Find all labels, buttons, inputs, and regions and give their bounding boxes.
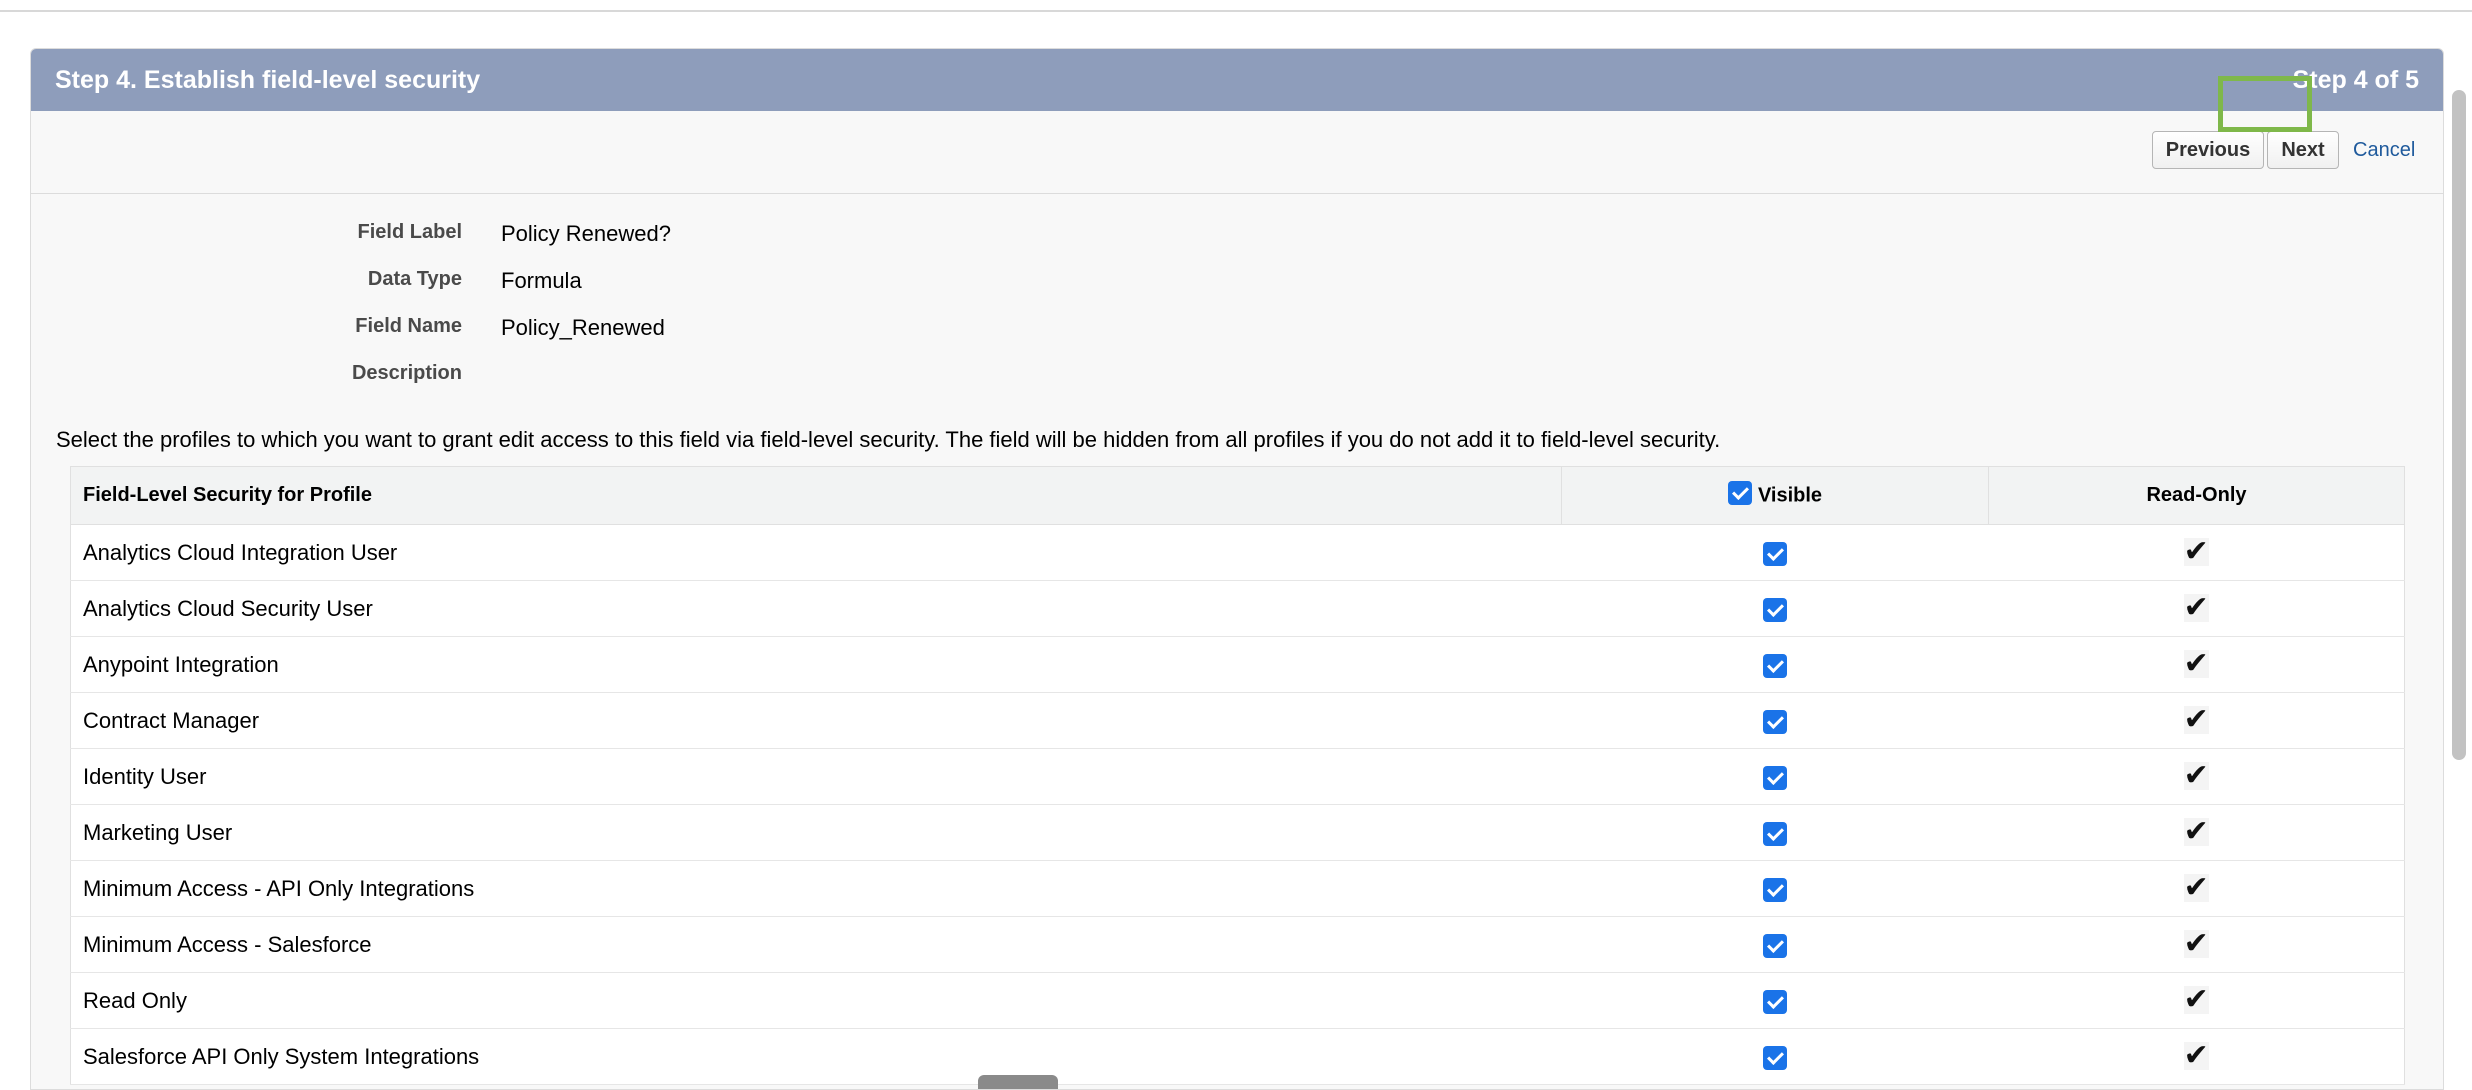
table-row: Read Only ✔ (70, 972, 2405, 1029)
detail-row-field-name: Field Name Policy_Renewed (31, 315, 1031, 345)
visible-header-label: Visible (1757, 483, 1823, 506)
select-all-visible-checkbox[interactable] (1727, 480, 1752, 505)
table-row: Analytics Cloud Integration User ✔ (70, 524, 2405, 581)
readonly-checkbox[interactable]: ✔ (2183, 817, 2209, 847)
readonly-checkbox[interactable]: ✔ (2183, 873, 2209, 903)
visible-checkbox[interactable] (1763, 821, 1787, 846)
table-row: Minimum Access - API Only Integrations ✔ (70, 860, 2405, 917)
button-bar: Previous Next Cancel (31, 111, 2443, 194)
readonly-cell: ✔ (1988, 804, 2405, 861)
profile-name: Minimum Access - API Only Integrations (70, 860, 1562, 917)
visible-checkbox[interactable] (1763, 597, 1787, 622)
field-level-security-table: Field-Level Security for Profile Visible… (70, 466, 2405, 1085)
visible-cell (1561, 580, 1989, 637)
visible-checkbox[interactable] (1763, 877, 1787, 902)
profile-name: Analytics Cloud Integration User (70, 524, 1562, 581)
next-button[interactable]: Next (2267, 131, 2339, 169)
visible-cell (1561, 524, 1989, 581)
readonly-cell: ✔ (1988, 748, 2405, 805)
table-row: Anypoint Integration ✔ (70, 636, 2405, 693)
readonly-cell: ✔ (1988, 916, 2405, 973)
field-name-value: Policy_Renewed (501, 315, 665, 340)
visible-cell (1561, 916, 1989, 973)
detail-row-data-type: Data Type Formula (31, 268, 1031, 298)
visible-cell (1561, 636, 1989, 693)
field-label-label: Field Label (357, 221, 462, 243)
detail-row-description: Description (31, 362, 1031, 392)
data-type-value: Formula (501, 268, 582, 293)
readonly-cell: ✔ (1988, 524, 2405, 581)
readonly-checkbox[interactable]: ✔ (2183, 537, 2209, 567)
profile-name: Contract Manager (70, 692, 1562, 749)
profile-name: Marketing User (70, 804, 1562, 861)
visible-checkbox[interactable] (1763, 1045, 1787, 1070)
readonly-cell: ✔ (1988, 972, 2405, 1029)
visible-checkbox[interactable] (1763, 765, 1787, 790)
visible-cell (1561, 804, 1989, 861)
wizard-title: Step 4. Establish field-level security (55, 65, 481, 94)
readonly-checkbox[interactable]: ✔ (2183, 705, 2209, 735)
profile-name: Identity User (70, 748, 1562, 805)
detail-row-field-label: Field Label Policy Renewed? (31, 221, 1031, 251)
readonly-checkbox[interactable]: ✔ (2183, 929, 2209, 959)
readonly-cell: ✔ (1988, 692, 2405, 749)
visible-cell (1561, 1028, 1989, 1085)
table-row: Salesforce API Only System Integrations ✔ (70, 1028, 2405, 1085)
wizard-panel: Step 4. Establish field-level security S… (30, 48, 2444, 1090)
profile-name: Anypoint Integration (70, 636, 1562, 693)
visible-checkbox[interactable] (1763, 653, 1787, 678)
readonly-checkbox[interactable]: ✔ (2183, 649, 2209, 679)
cancel-link[interactable]: Cancel (2353, 139, 2415, 162)
table-row: Minimum Access - Salesforce ✔ (70, 916, 2405, 973)
profile-name: Analytics Cloud Security User (70, 580, 1562, 637)
vertical-scrollbar[interactable] (2452, 90, 2466, 760)
previous-button[interactable]: Previous (2152, 131, 2264, 169)
field-label-value: Policy Renewed? (501, 221, 671, 246)
description-label: Description (351, 362, 462, 384)
data-type-label: Data Type (367, 268, 462, 290)
readonly-checkbox[interactable]: ✔ (2183, 1041, 2209, 1071)
bottom-handle[interactable] (978, 1075, 1058, 1089)
readonly-column-header: Read-Only (1988, 466, 2405, 525)
readonly-cell: ✔ (1988, 580, 2405, 637)
profile-name: Read Only (70, 972, 1562, 1029)
table-row: Marketing User ✔ (70, 804, 2405, 861)
readonly-checkbox[interactable]: ✔ (2183, 593, 2209, 623)
visible-cell (1561, 972, 1989, 1029)
profile-name: Minimum Access - Salesforce (70, 916, 1562, 973)
wizard-step-indicator: Step 4 of 5 (2292, 65, 2419, 94)
visible-checkbox[interactable] (1763, 541, 1787, 566)
table-row: Analytics Cloud Security User ✔ (70, 580, 2405, 637)
table-header-row: Field-Level Security for Profile Visible… (70, 466, 2405, 525)
visible-cell (1561, 748, 1989, 805)
wizard-header: Step 4. Establish field-level security S… (31, 49, 2443, 111)
visible-checkbox[interactable] (1763, 709, 1787, 734)
readonly-checkbox[interactable]: ✔ (2183, 985, 2209, 1015)
field-name-label: Field Name (355, 315, 462, 337)
table-body: Analytics Cloud Integration User ✔ Analyti… (70, 524, 2405, 1085)
visible-checkbox[interactable] (1763, 933, 1787, 958)
visible-cell (1561, 692, 1989, 749)
visible-cell (1561, 860, 1989, 917)
profile-column-header: Field-Level Security for Profile (70, 466, 1562, 525)
readonly-checkbox[interactable]: ✔ (2183, 761, 2209, 791)
instructions-text: Select the profiles to which you want to… (56, 427, 1721, 452)
visible-column-header: Visible (1561, 466, 1989, 525)
readonly-cell: ✔ (1988, 860, 2405, 917)
profile-name: Salesforce API Only System Integrations (70, 1028, 1562, 1085)
visible-checkbox[interactable] (1763, 989, 1787, 1014)
table-row: Identity User ✔ (70, 748, 2405, 805)
readonly-cell: ✔ (1988, 1028, 2405, 1085)
readonly-cell: ✔ (1988, 636, 2405, 693)
top-border (0, 0, 2472, 12)
table-row: Contract Manager ✔ (70, 692, 2405, 749)
